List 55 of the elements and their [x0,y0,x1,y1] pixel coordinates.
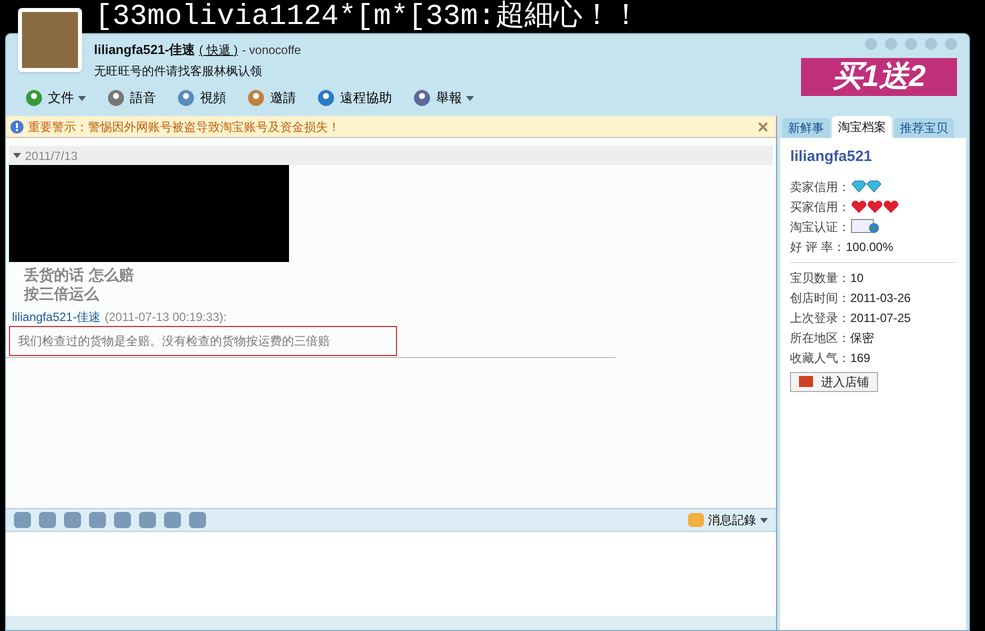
diamond-icon [851,180,882,193]
field-value: 保密 [850,330,874,346]
field-value: 2011-07-25 [850,310,911,326]
caret-icon [760,518,768,522]
toolbar-button[interactable]: 邀請 [246,88,296,108]
tab[interactable]: 淘宝档案 [832,116,892,138]
date-header: 2011/7/13 [25,148,78,164]
field-label: 淘宝认证： [790,218,850,236]
caret-icon [78,96,86,100]
avatar-placeholder [18,8,82,72]
field-label: 上次登录： [790,310,850,326]
message-input[interactable] [6,532,776,616]
toolbar-icon [106,88,126,108]
sender-name: liliangfa521-佳速 [12,309,101,326]
caret-icon [466,96,474,100]
message-text: 我们检查过的货物是全赔。没有检查的货物按运费的三倍赔 [9,326,397,356]
field-label: 创店时间： [790,290,850,306]
toolbar-icon [316,88,336,108]
warning-text: 重要警示：警惕因外网账号被盗导致淘宝账号及资金损失！ [28,118,340,136]
toolbar-button[interactable]: 文件 [24,88,86,108]
profile-username: liliangfa521 [790,147,873,167]
field-label: 收藏人气： [790,350,850,366]
contact-name: liliangfa521-佳速 [94,41,196,59]
message-time: (2011-07-13 00:19:33): [104,309,227,326]
contact-signature: 无旺旺号的件请找客服林枫认领 [94,62,263,80]
toolbar-button[interactable]: 遠程協助 [316,88,392,108]
field-label: 卖家信用： [790,178,850,196]
toolbar-icon [176,88,196,108]
field-value: 10 [850,270,864,286]
toolbar-button[interactable]: 語音 [106,88,156,108]
tab[interactable]: 推荐宝贝 [894,118,954,138]
quoted-message: 丢货的话 怎么赔 [24,266,136,285]
history-button[interactable]: 消息記錄 [688,511,768,529]
field-value: 100.00% [846,238,894,256]
toolbar-icon [412,88,432,108]
enter-shop-button[interactable]: 进入店铺 [790,372,878,392]
tab[interactable]: 新鲜事 [782,118,830,138]
toolbar-button[interactable]: 舉報 [412,88,474,108]
toolbar-icon [24,88,44,108]
quoted-message: 按三倍运么 [24,285,100,304]
ad-banner[interactable]: 买1送2 [801,58,957,96]
caret-icon [13,153,21,158]
contact-suffix: - vonocoffe [242,42,301,59]
id-card-icon [851,219,882,234]
toolbar-icon [246,88,266,108]
field-label: 好 评 率： [790,238,845,256]
toolbar-button[interactable]: 視頻 [176,88,226,108]
field-value: 2011-03-26 [850,290,911,306]
heart-icon [851,200,900,214]
field-value: 169 [850,350,870,366]
field-label: 宝贝数量： [790,270,850,286]
field-label: 所在地区： [790,330,850,346]
field-label: 买家信用： [790,198,850,216]
contact-status[interactable]: ( 快遞 ) [199,41,238,59]
warning-icon [10,120,24,134]
